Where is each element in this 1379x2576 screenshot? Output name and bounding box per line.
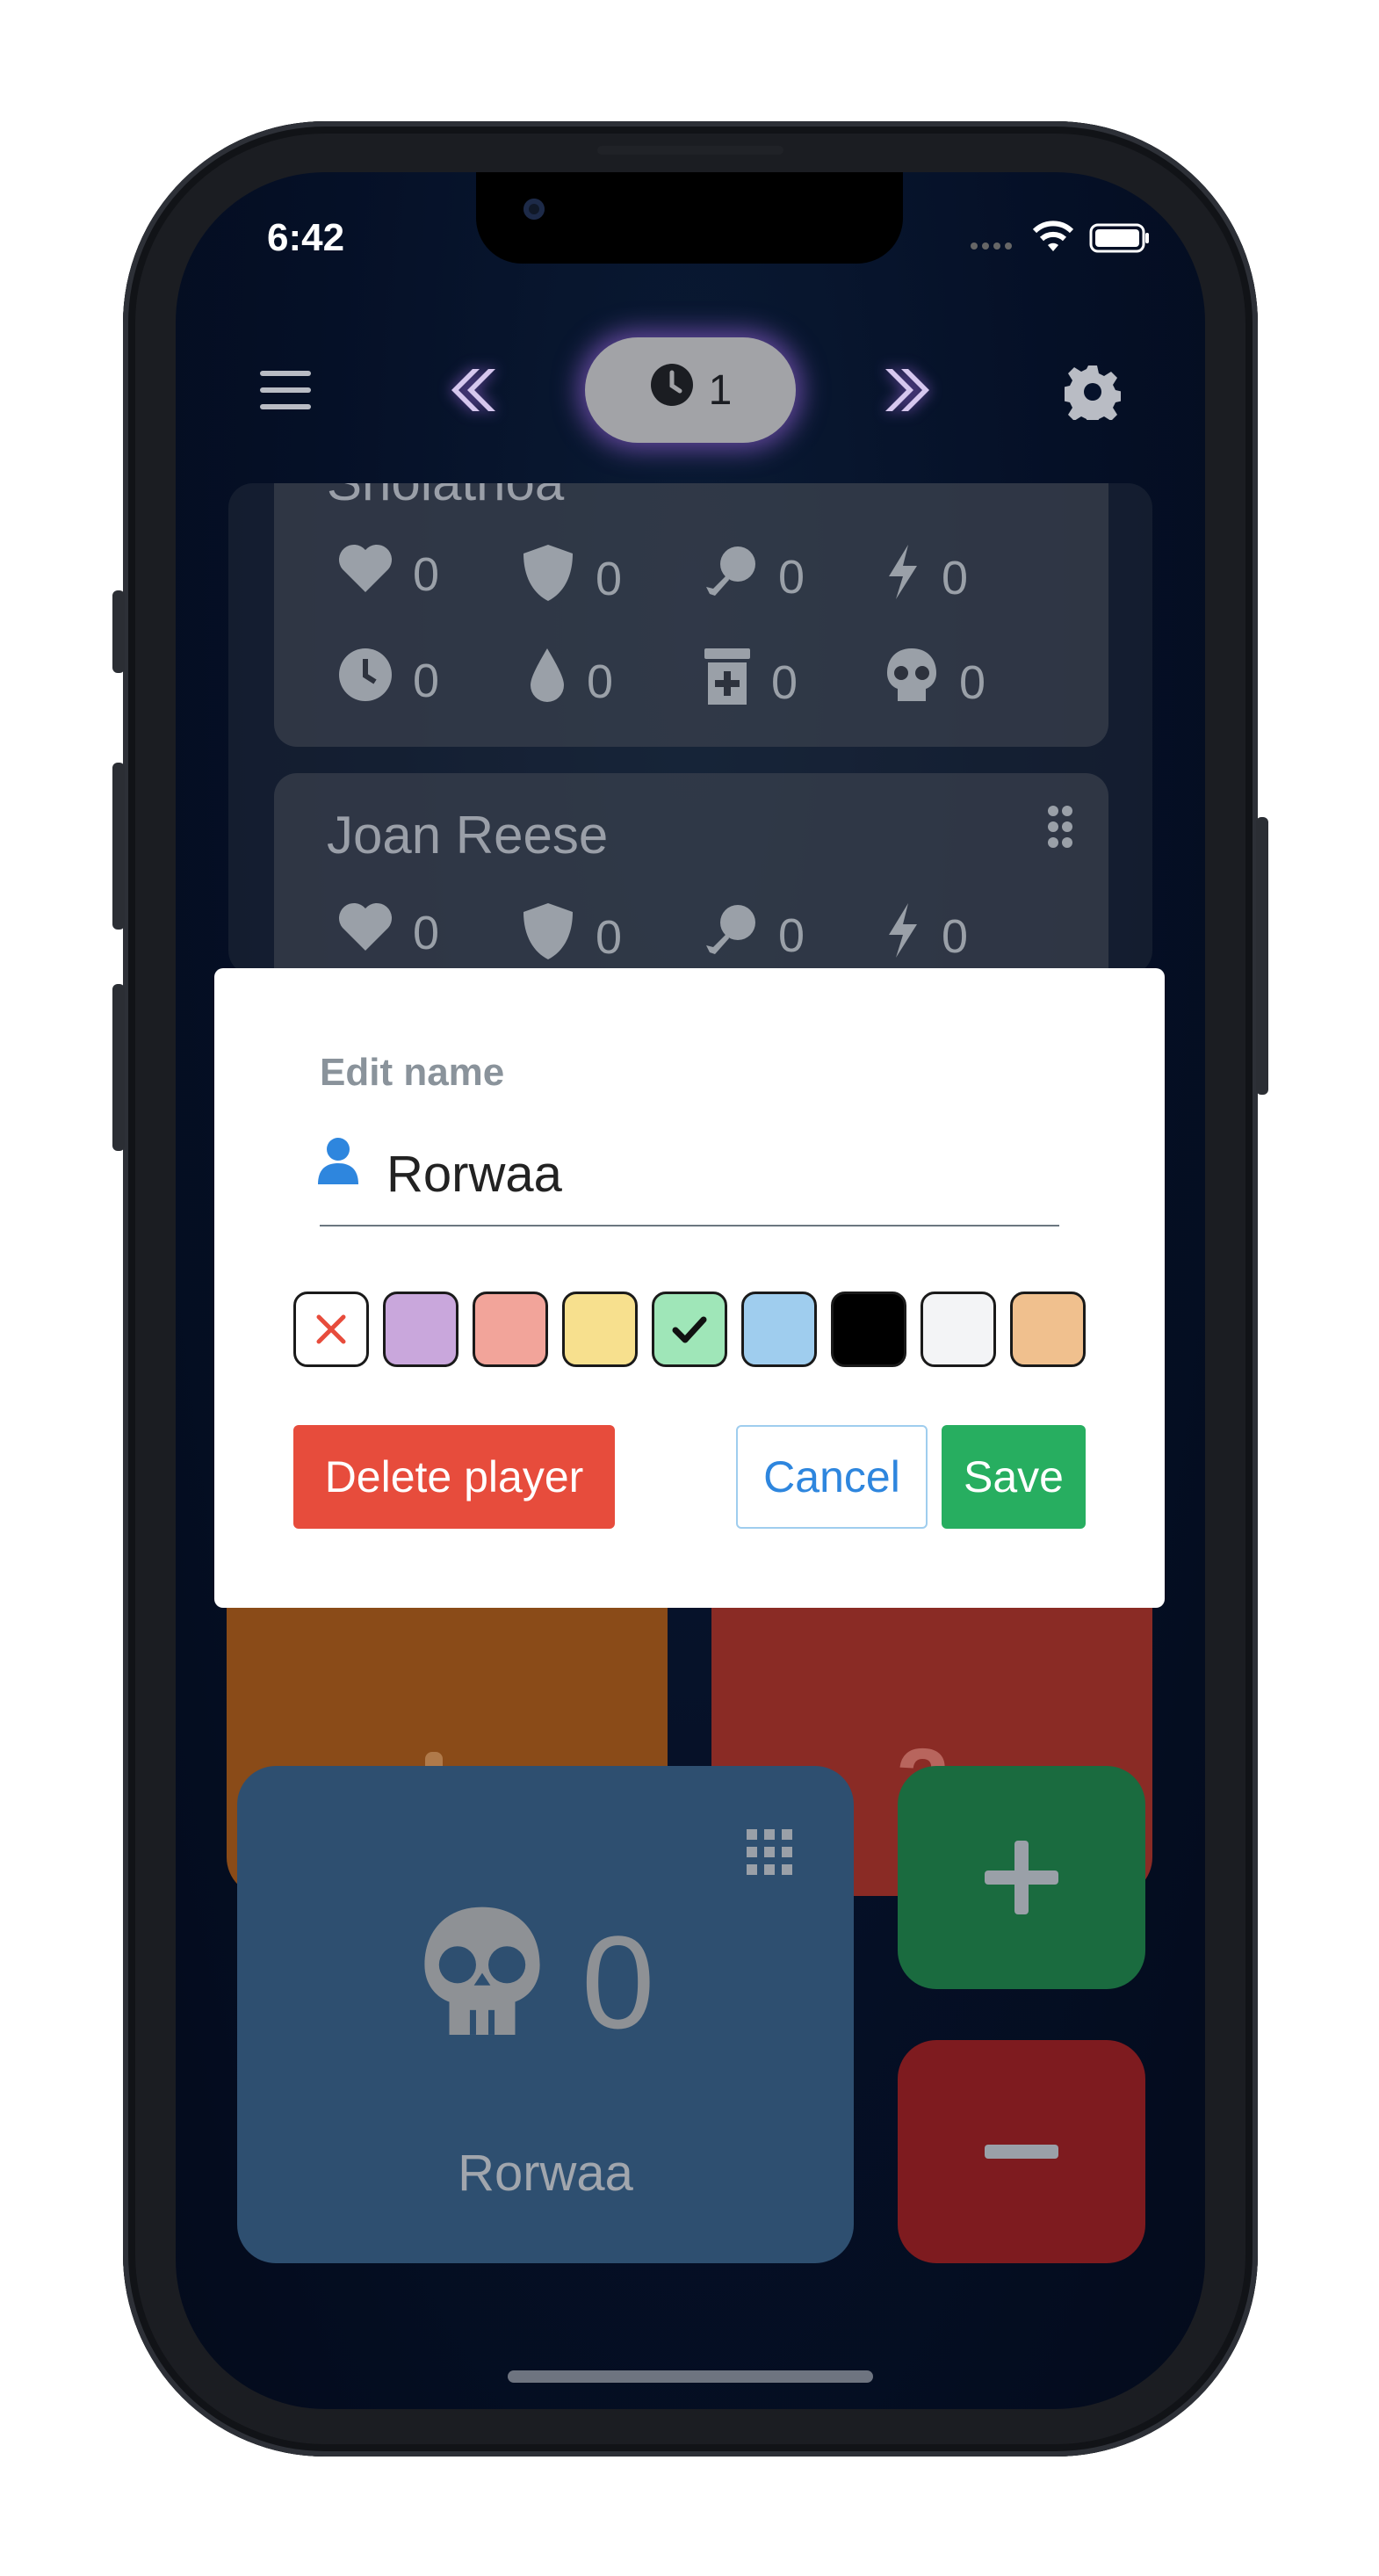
heart-icon [337,901,393,964]
plus-icon [985,1841,1058,1914]
stat-energy: 0 [884,901,968,971]
stat-deaths: 0 [884,647,986,718]
counter-tile[interactable]: 0 Rorwaa [237,1766,854,2263]
front-camera [523,199,545,220]
player-name-input[interactable] [320,1123,1059,1226]
medicine-bottle-icon [703,647,752,718]
shield-icon [520,901,576,973]
volume-up-button [112,763,125,930]
drumstick-icon [703,901,759,969]
settings-gear-icon[interactable] [1062,364,1123,427]
color-swatch-none[interactable] [293,1292,369,1367]
counter-value: 0 [581,1908,655,2056]
status-time: 6:42 [267,216,345,259]
lightning-icon [884,543,922,612]
drumstick-icon [703,543,759,611]
color-swatch-black[interactable] [831,1292,906,1367]
shield-icon [520,543,576,614]
stat-medicine: 0 [703,647,798,718]
turn-number: 1 [708,366,733,414]
stat-armor: 0 [520,901,622,973]
delete-player-button[interactable]: Delete player [293,1425,615,1529]
drag-handle-icon[interactable] [1047,805,1073,853]
stat-health: 0 [337,901,439,964]
edit-name-label: Edit name [320,1051,505,1094]
home-indicator [508,2370,873,2383]
player-name: Joan Reese [327,806,609,865]
cellular-signal-icon [970,239,1014,255]
close-icon [316,1314,346,1344]
player-name: Sholathoa [327,483,564,512]
checkmark-icon [672,1316,707,1343]
color-swatch-white[interactable] [921,1292,996,1367]
color-swatch-purple[interactable] [383,1292,458,1367]
lightning-icon [884,901,922,971]
clock-icon [649,362,695,418]
stat-time: 0 [337,647,439,714]
previous-turn-icon[interactable] [448,367,497,417]
player-card[interactable]: Joan Reese 0 0 0 0 [274,773,1108,1002]
minus-icon [985,2145,1058,2159]
stat-food: 0 [703,901,805,969]
stat-energy: 0 [884,543,968,612]
turn-counter-button[interactable]: 1 [585,337,796,443]
skull-icon [416,1903,548,2051]
color-swatch-salmon[interactable] [473,1292,548,1367]
decrement-button[interactable] [898,2040,1145,2263]
skull-icon [884,647,940,718]
color-swatch-yellow[interactable] [562,1292,638,1367]
counter-player-name: Rorwaa [458,2145,633,2202]
stat-armor: 0 [520,543,622,614]
color-swatch-blue[interactable] [741,1292,817,1367]
increment-button[interactable] [898,1766,1145,1989]
mute-switch [112,590,125,673]
color-swatch-peach[interactable] [1010,1292,1086,1367]
droplet-icon [527,647,567,716]
stat-water: 0 [527,647,613,716]
stat-food: 0 [703,543,805,611]
keypad-icon[interactable] [747,1829,792,1879]
wifi-icon [1031,220,1075,257]
next-turn-icon[interactable] [884,367,933,417]
color-swatch-green-selected[interactable] [652,1292,727,1367]
heart-icon [337,543,393,605]
save-button[interactable]: Save [942,1425,1086,1529]
speaker [597,146,783,155]
menu-icon[interactable] [260,371,311,414]
stat-health: 0 [337,543,439,605]
clock-icon [337,647,393,714]
power-button [1256,817,1268,1095]
cancel-button[interactable]: Cancel [736,1425,928,1529]
battery-icon [1089,223,1151,257]
volume-down-button [112,984,125,1151]
notch [476,172,903,264]
player-card[interactable]: Sholathoa 0 0 0 0 0 0 0 [274,483,1108,747]
